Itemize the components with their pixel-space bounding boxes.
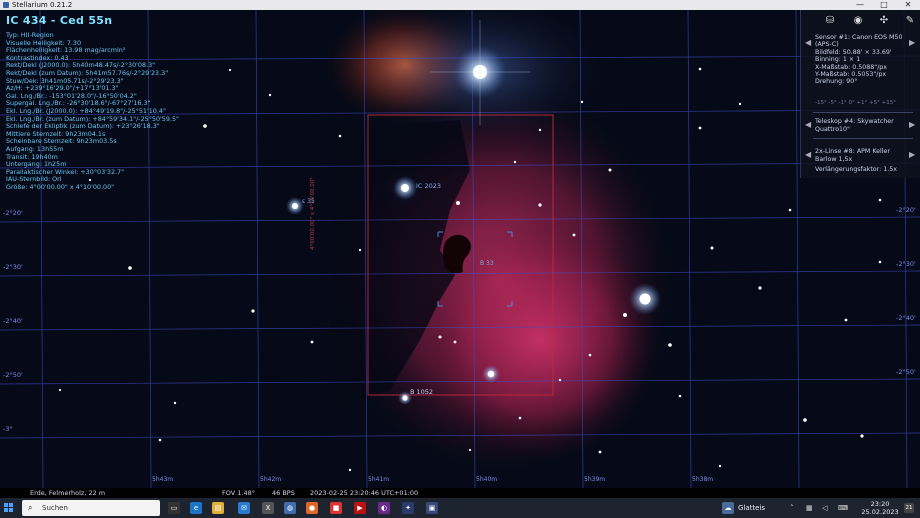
dec-tick-right-4: -2°50' <box>896 368 916 376</box>
info-line: Größe: 4°00'00.00" x 4°10'00.00" <box>6 182 115 191</box>
star-left <box>292 203 298 209</box>
lens-line-2: Barlow 1,5x <box>815 156 853 163</box>
file-explorer-icon[interactable]: ▤ <box>212 502 224 514</box>
oculars-toolbar: ⛁ ◉ ✣ ✎ <box>811 14 916 28</box>
telescope-line-2: Quattro10" <box>815 126 850 133</box>
taskbar-clock[interactable]: 23:20 25.02.2023 <box>858 500 902 516</box>
lens-line-1: 2x-Linse #8: APM Keller <box>815 148 891 155</box>
rotation-scale[interactable]: -15° -5° -1° 0° +1° +5° +15° <box>815 100 896 107</box>
object-info-panel: IC 434 - Ced 55n Typ: HII-Region Visuelle… <box>6 14 179 191</box>
oculars-panel[interactable]: ⛁ ◉ ✣ ✎ ◀ ▶ Sensor #1: Canon EOS M50 (APS… <box>800 10 920 178</box>
ocular-icon[interactable]: ⛁ <box>823 14 837 28</box>
dec-tick-right-3: -2°40' <box>896 314 916 322</box>
sensor-line: Drehung: 90° <box>815 78 858 86</box>
ra-tick-1: 5h43m <box>152 476 174 483</box>
lens-prev-arrow[interactable]: ◀ <box>805 150 811 159</box>
sensor-frame-label: 4°00'00.00" x 4°10'00.00" <box>310 177 316 250</box>
panel-divider-2 <box>813 138 913 139</box>
sensor-line: (APS-C) <box>815 41 839 49</box>
clock-date: 25.02.2023 <box>861 508 899 516</box>
network-icon[interactable]: ▦ <box>806 504 813 512</box>
ra-tick-3: 5h41m <box>368 476 390 483</box>
close-button[interactable]: ✕ <box>896 0 920 10</box>
weather-icon: ☁ <box>722 502 734 514</box>
star-sigma-ori <box>639 293 651 305</box>
search-icon: ⌕ <box>28 503 33 512</box>
sensor-prev-arrow[interactable]: ◀ <box>805 38 811 47</box>
lens-next-arrow[interactable]: ▶ <box>909 150 915 159</box>
star-b1052 <box>402 395 408 401</box>
panel-divider-1 <box>813 112 913 113</box>
dec-tick-5: -3° <box>3 425 13 433</box>
sensor-line: Binning: 1 × 1 <box>815 56 861 64</box>
window-title: Stellarium 0.21.2 <box>12 1 73 9</box>
app-icon-red-2[interactable]: ▶ <box>354 502 366 514</box>
language-icon[interactable]: ⌨ <box>838 504 848 512</box>
notification-badge[interactable]: 21 <box>904 503 914 513</box>
clock-time: 23:20 <box>870 500 890 508</box>
windows-taskbar: ⌕ Suchen ▭ e ▤ ✉ X ◍ ● ■ ▶ ◐ ✦ ▣ ☁ Glatt… <box>0 498 920 518</box>
sensor-info: Sensor #1: Canon EOS M50 (APS-C) Bildfeld:… <box>815 34 907 86</box>
fps-readout: 46 BPS <box>272 489 295 497</box>
app-icon-x[interactable]: X <box>262 502 274 514</box>
search-label: Suchen <box>42 504 68 512</box>
telescope-next-arrow[interactable]: ▶ <box>909 120 915 129</box>
ra-tick-6: 5h38m <box>692 476 714 483</box>
sensor-next-arrow[interactable]: ▶ <box>909 38 915 47</box>
sensor-line: X-Maßstab: 0.5088"/px <box>815 63 888 71</box>
dec-tick-3: -2°40' <box>3 317 23 325</box>
telescope-line-1: Teleskop #4: Skywatcher <box>815 118 894 125</box>
object-info-lines: Typ: HII-Region Visuelle Helligkeit: 7.30… <box>6 31 179 191</box>
edge-icon[interactable]: e <box>190 502 202 514</box>
datetime-readout[interactable]: 2023-02-25 23:20:46 UTC+01:00 <box>310 488 418 498</box>
minimize-button[interactable]: — <box>848 0 872 10</box>
stellarium-taskbar-icon[interactable]: ✦ <box>402 502 414 514</box>
app-icon-window[interactable]: ▣ <box>426 502 438 514</box>
dec-tick-right-1: -2°20' <box>896 206 916 214</box>
extender-factor: Verlängerungsfaktor: 1.5x <box>815 166 897 173</box>
window-titlebar[interactable]: Stellarium 0.21.2 — □ ✕ <box>0 0 920 10</box>
star-lower <box>487 370 495 378</box>
sensor-line: Sensor #1: Canon EOS M50 <box>815 34 903 41</box>
status-bar: Erde, Felmerholz, 22 m FOV 1.48° 46 BPS … <box>0 488 920 498</box>
tray-chevron-icon[interactable]: ˄ <box>790 504 794 512</box>
weather-status[interactable]: Glatteis <box>738 498 765 518</box>
fov-readout: FOV 1.48° <box>222 489 255 497</box>
label-b1052[interactable]: B 1052 <box>410 388 433 396</box>
taskbar-search-box[interactable]: ⌕ Suchen <box>22 500 160 516</box>
settings-wrench-icon[interactable]: ✎ <box>903 14 917 28</box>
stellarium-app-icon <box>3 2 9 8</box>
windows-start-button[interactable] <box>4 503 14 513</box>
telescope-prev-arrow[interactable]: ◀ <box>805 120 811 129</box>
maximize-button[interactable]: □ <box>872 0 896 10</box>
label-ic2023[interactable]: IC 2023 <box>416 182 441 190</box>
star-ngc2023 <box>401 184 409 192</box>
firefox-icon[interactable]: ● <box>306 502 318 514</box>
volume-icon[interactable]: ◁ <box>822 504 827 512</box>
dec-tick-2: -2°30' <box>3 263 23 271</box>
dec-tick-4: -2°50' <box>3 371 23 379</box>
task-view-icon[interactable]: ▭ <box>168 502 180 514</box>
ra-tick-2: 5h42m <box>260 476 282 483</box>
sensor-line: Bildfeld: 50.88' × 33.69' <box>815 48 892 56</box>
app-icon-purple[interactable]: ◐ <box>378 502 390 514</box>
location-readout[interactable]: Erde, Felmerholz, 22 m <box>30 488 105 498</box>
dec-tick-1: -2°20' <box>3 209 23 217</box>
app-icon-globe[interactable]: ◍ <box>284 502 296 514</box>
app-icon-red[interactable]: ■ <box>330 502 342 514</box>
ra-tick-4: 5h40m <box>476 476 498 483</box>
telrad-icon[interactable]: ✣ <box>877 14 891 28</box>
dec-tick-right-2: -2°30' <box>896 260 916 268</box>
object-title: IC 434 - Ced 55n <box>6 14 113 27</box>
label-b33[interactable]: B 33 <box>480 260 494 267</box>
sensor-icon[interactable]: ◉ <box>851 14 865 28</box>
ra-tick-5: 5h39m <box>584 476 606 483</box>
mail-icon[interactable]: ✉ <box>238 502 250 514</box>
